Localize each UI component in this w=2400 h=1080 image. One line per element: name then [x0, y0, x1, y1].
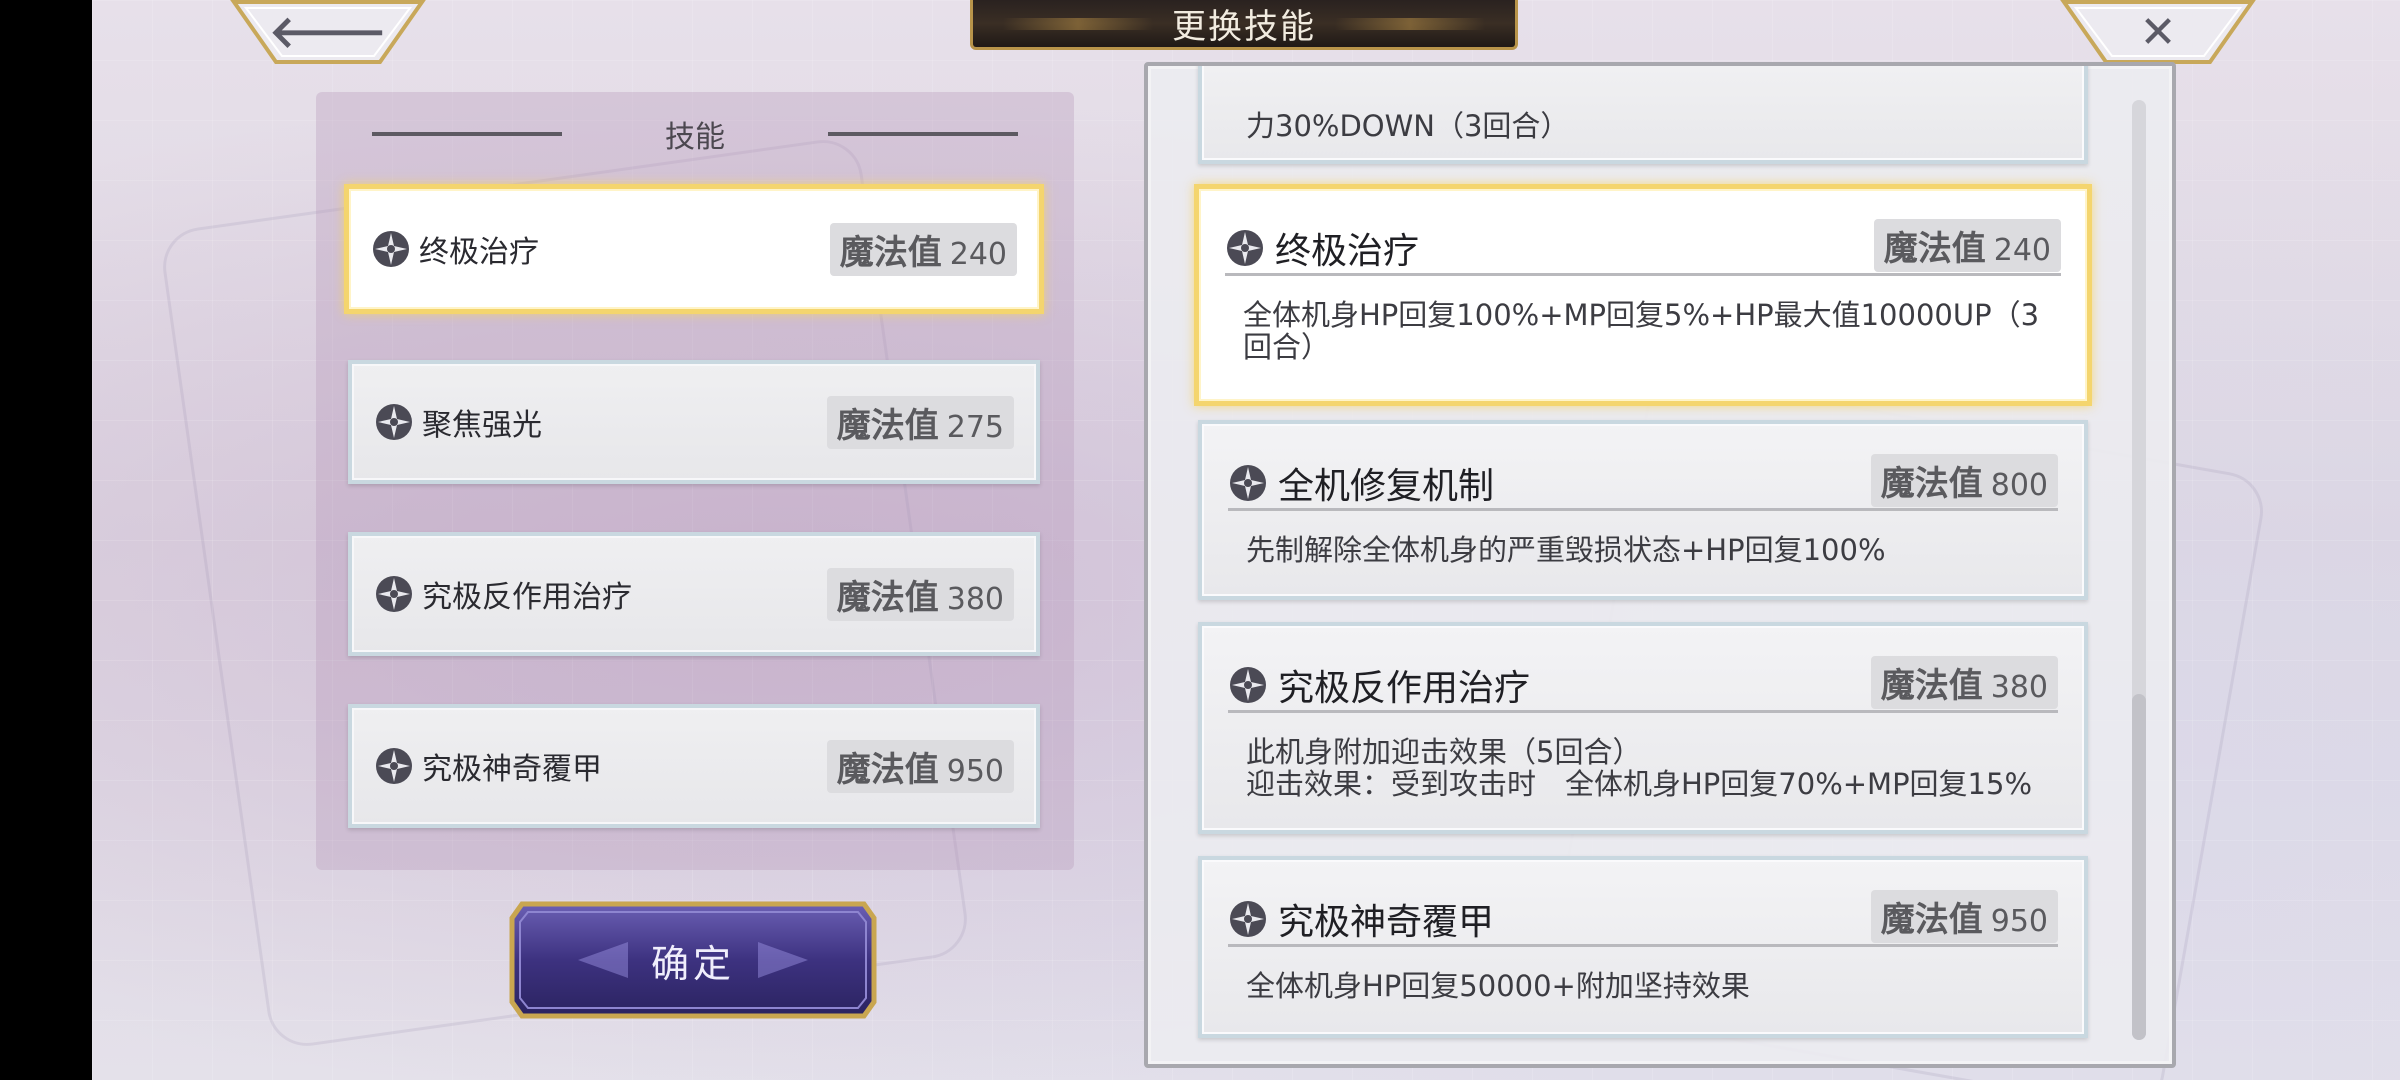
mp-cost-badge: 魔法值 240 — [829, 222, 1017, 276]
equipped-skills-panel: 技能 终极治疗 魔法值 240 聚焦强光 魔法值 275 究极反作用治疗 魔法值… — [316, 92, 1074, 870]
skill-name: 究极神奇覆甲 — [422, 752, 602, 787]
card-header: 究极反作用治疗 魔法值 380 — [1228, 655, 2058, 713]
confirm-button[interactable]: 确定 — [508, 900, 878, 1020]
skill-slot-4[interactable]: 究极神奇覆甲 魔法值 950 — [348, 704, 1040, 828]
header-ornament-left — [372, 132, 562, 136]
skill-description: 先制解除全体机身的严重毁损状态+HP回复100% — [1246, 533, 1886, 567]
skill-name: 全机修复机制 — [1278, 466, 1495, 507]
skill-name: 终极治疗 — [1275, 231, 1420, 272]
skill-detail-list[interactable]: 力30%DOWN（3回合） 终极治疗 魔法值 240 全体机身HP回复100%+… — [1148, 66, 2108, 1064]
mp-value: 240 — [949, 236, 1007, 272]
arrow-left-icon: 🡐 — [269, 7, 387, 58]
mp-label: 魔法值 — [836, 405, 939, 446]
card-header: 全机修复机制 魔法值 800 — [1228, 453, 2058, 511]
mp-cost-badge: 魔法值 800 — [1870, 453, 2058, 507]
header-ornament-right — [828, 132, 1018, 136]
mp-label: 魔法值 — [1883, 228, 1986, 269]
skill-description: 力30%DOWN（3回合） — [1246, 109, 1570, 143]
card-header: 终极治疗 魔法值 240 — [1225, 218, 2061, 276]
mp-label: 魔法值 — [839, 232, 942, 273]
title-banner: 更换技能 — [970, 0, 1518, 50]
skills-header-label: 技能 — [665, 120, 725, 155]
skill-slot-1[interactable]: 终极治疗 魔法值 240 — [344, 184, 1044, 314]
page-title: 更换技能 — [1172, 7, 1316, 47]
skill-compass-icon — [373, 231, 409, 267]
mp-label: 魔法值 — [1880, 665, 1983, 706]
skill-compass-icon — [1230, 901, 1266, 937]
mp-value: 950 — [1990, 903, 2048, 939]
mp-label: 魔法值 — [836, 577, 939, 618]
skill-name: 究极反作用治疗 — [1278, 668, 1531, 709]
mp-value: 240 — [1993, 232, 2051, 268]
skill-slot-2[interactable]: 聚焦强光 魔法值 275 — [348, 360, 1040, 484]
skill-compass-icon — [1230, 465, 1266, 501]
skill-detail-card-1[interactable]: 终极治疗 魔法值 240 全体机身HP回复100%+MP回复5%+HP最大值10… — [1194, 184, 2092, 406]
back-button[interactable]: 🡐 — [230, 0, 426, 66]
skill-slot-3[interactable]: 究极反作用治疗 魔法值 380 — [348, 532, 1040, 656]
close-x-icon: ✕ — [2139, 7, 2177, 58]
skill-description: 此机身附加迎击效果（5回合） 迎击效果：受到攻击时 全体机身HP回复70%+MP… — [1246, 735, 2033, 801]
skill-name: 究极神奇覆甲 — [1278, 902, 1495, 943]
skill-compass-icon — [376, 404, 412, 440]
scrollbar-thumb[interactable] — [2132, 694, 2146, 1040]
skill-description: 全体机身HP回复50000+附加坚持效果 — [1246, 969, 1750, 1003]
mp-value: 800 — [1990, 467, 2048, 503]
mp-cost-badge: 魔法值 380 — [1870, 655, 2058, 709]
skill-detail-card-2[interactable]: 全机修复机制 魔法值 800 先制解除全体机身的严重毁损状态+HP回复100% — [1198, 420, 2088, 600]
card-header: 究极神奇覆甲 魔法值 950 — [1228, 889, 2058, 947]
skill-compass-icon — [376, 748, 412, 784]
mp-value: 380 — [1990, 669, 2048, 705]
skill-compass-icon — [1227, 230, 1263, 266]
close-button[interactable]: ✕ — [2060, 0, 2256, 66]
mp-cost-badge: 魔法值 240 — [1873, 218, 2061, 272]
mp-cost-badge: 魔法值 950 — [1870, 889, 2058, 943]
mp-value: 275 — [946, 409, 1004, 445]
mp-cost-badge: 魔法值 950 — [826, 739, 1014, 793]
skill-detail-card-partial[interactable]: 力30%DOWN（3回合） — [1198, 66, 2088, 164]
skill-name: 终极治疗 — [419, 235, 539, 270]
mp-label: 魔法值 — [1880, 463, 1983, 504]
skill-detail-card-4[interactable]: 究极神奇覆甲 魔法值 950 全体机身HP回复50000+附加坚持效果 — [1198, 856, 2088, 1038]
mp-cost-badge: 魔法值 275 — [826, 395, 1014, 449]
confirm-label: 确定 — [650, 941, 735, 986]
mp-label: 魔法值 — [836, 749, 939, 790]
mp-label: 魔法值 — [1880, 899, 1983, 940]
skills-header: 技能 — [372, 112, 1018, 156]
mp-value: 380 — [946, 581, 1004, 617]
skill-name: 聚焦强光 — [422, 408, 542, 443]
scrollbar[interactable] — [2132, 100, 2146, 1040]
game-screen: 🡐 更换技能 ✕ 技能 终极治疗 魔法值 240 聚焦强光 魔法值 275 究极… — [0, 0, 2400, 1080]
skill-compass-icon — [376, 576, 412, 612]
skill-detail-panel[interactable]: 力30%DOWN（3回合） 终极治疗 魔法值 240 全体机身HP回复100%+… — [1144, 62, 2176, 1068]
skill-compass-icon — [1230, 667, 1266, 703]
skill-name: 究极反作用治疗 — [422, 580, 632, 615]
skill-description: 全体机身HP回复100%+MP回复5%+HP最大值10000UP（3 回合） — [1243, 298, 2040, 364]
mp-value: 950 — [946, 753, 1004, 789]
mp-cost-badge: 魔法值 380 — [826, 567, 1014, 621]
skill-detail-card-3[interactable]: 究极反作用治疗 魔法值 380 此机身附加迎击效果（5回合） 迎击效果：受到攻击… — [1198, 622, 2088, 834]
